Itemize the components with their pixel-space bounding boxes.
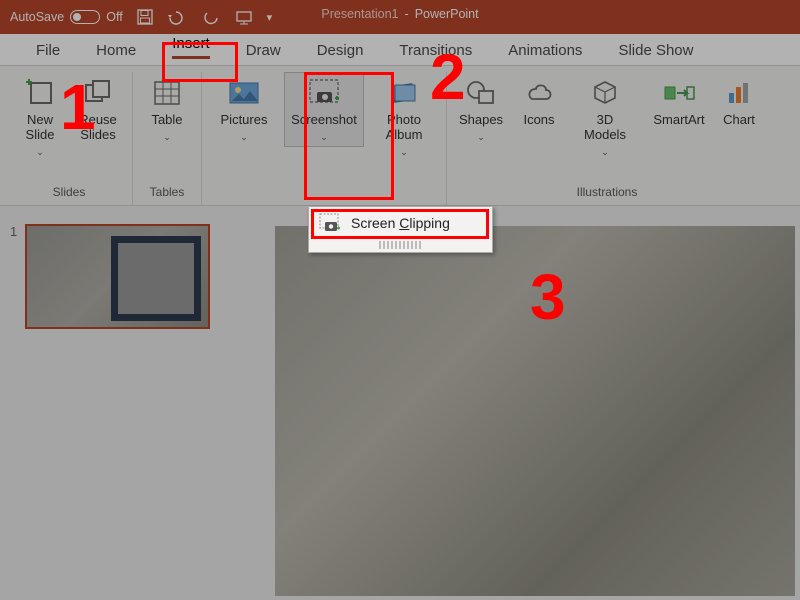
tab-insert[interactable]: Insert	[154, 29, 228, 65]
autosave-toggle[interactable]: AutoSave Off	[10, 10, 123, 24]
autosave-state: Off	[106, 10, 122, 24]
slide-thumbnail-1[interactable]	[25, 224, 210, 329]
screen-clipping-label: Screen Clipping	[351, 215, 450, 231]
chevron-down-icon: ⌄	[36, 147, 44, 157]
screenshot-icon	[305, 77, 343, 109]
present-icon[interactable]	[235, 9, 253, 25]
title-separator: -	[405, 7, 409, 21]
tab-file[interactable]: File	[18, 36, 78, 65]
chevron-down-icon: ⌄	[400, 147, 408, 157]
smartart-label: SmartArt	[653, 113, 704, 128]
photo-album-icon	[385, 77, 423, 109]
group-slides-label: Slides	[53, 181, 86, 205]
photo-album-button[interactable]: Photo Album ⌄	[370, 72, 438, 162]
screenshot-label: Screenshot	[291, 113, 357, 128]
tab-transitions[interactable]: Transitions	[381, 36, 490, 65]
tab-slideshow[interactable]: Slide Show	[600, 36, 711, 65]
reuse-slides-icon	[79, 77, 117, 109]
ribbon-tabs: File Home Insert Draw Design Transitions…	[0, 34, 800, 66]
autosave-pill	[70, 10, 100, 24]
pictures-label: Pictures	[221, 113, 268, 128]
photo-album-label: Photo Album	[386, 113, 423, 143]
chart-icon	[720, 77, 758, 109]
workspace: 1	[0, 206, 800, 600]
group-slides: New Slide ⌄ Reuse Slides Slides	[6, 72, 133, 205]
screen-clipping-item[interactable]: Screen Clipping	[309, 207, 492, 239]
app-name: PowerPoint	[415, 7, 479, 21]
screenshot-button[interactable]: Screenshot ⌄	[284, 72, 364, 147]
chart-label: Chart	[723, 113, 755, 128]
slide-stage	[255, 206, 800, 600]
group-illustrations: Shapes ⌄ Icons 3D Models ⌄ Smar	[446, 72, 767, 205]
smartart-icon	[660, 77, 698, 109]
3d-models-button[interactable]: 3D Models ⌄	[571, 72, 639, 162]
reuse-slides-button[interactable]: Reuse Slides	[72, 72, 124, 148]
shapes-button[interactable]: Shapes ⌄	[455, 72, 507, 147]
document-title: Presentation1 - PowerPoint	[321, 7, 478, 21]
shapes-icon	[462, 77, 500, 109]
chart-button[interactable]: Chart	[719, 72, 759, 133]
icons-icon	[520, 77, 558, 109]
table-button[interactable]: Table ⌄	[141, 72, 193, 147]
chevron-down-icon: ⌄	[163, 132, 171, 142]
tab-draw[interactable]: Draw	[228, 36, 299, 65]
camera-clip-icon	[319, 213, 341, 233]
reuse-slides-label: Reuse Slides	[79, 113, 117, 143]
new-slide-icon	[21, 77, 59, 109]
pictures-icon	[225, 77, 263, 109]
new-slide-label: New Slide	[26, 113, 55, 143]
chevron-down-icon: ⌄	[240, 132, 248, 142]
group-tables-label: Tables	[150, 181, 185, 205]
tab-design[interactable]: Design	[299, 36, 382, 65]
smartart-button[interactable]: SmartArt	[645, 72, 713, 133]
redo-icon[interactable]	[203, 9, 221, 25]
doc-name: Presentation1	[321, 7, 398, 21]
chevron-down-icon: ⌄	[320, 132, 328, 142]
dropdown-grip[interactable]	[379, 241, 422, 249]
screenshot-dropdown: Screen Clipping	[308, 206, 493, 253]
new-slide-button[interactable]: New Slide ⌄	[14, 72, 66, 162]
shapes-label: Shapes	[459, 113, 503, 128]
icons-button[interactable]: Icons	[513, 72, 565, 133]
cube-icon	[586, 77, 624, 109]
save-icon[interactable]	[137, 9, 153, 25]
title-bar: AutoSave Off ▾ Presentation1 - PowerPoin…	[0, 0, 800, 34]
slide-number: 1	[10, 224, 17, 329]
tab-home[interactable]: Home	[78, 36, 154, 65]
3d-models-label: 3D Models	[584, 113, 626, 143]
group-tables: Table ⌄ Tables	[133, 72, 202, 205]
group-images: Pictures ⌄ Screenshot ⌄ Photo Album ⌄ Im…	[202, 72, 446, 205]
pictures-button[interactable]: Pictures ⌄	[210, 72, 278, 147]
icons-label: Icons	[523, 113, 554, 128]
ribbon-insert: New Slide ⌄ Reuse Slides Slides Table ⌄ …	[0, 66, 800, 206]
table-icon	[148, 77, 186, 109]
chevron-down-icon: ⌄	[601, 147, 609, 157]
undo-icon[interactable]	[167, 9, 189, 25]
table-label: Table	[151, 113, 182, 128]
autosave-label: AutoSave	[10, 10, 64, 24]
qat-more-icon[interactable]: ▾	[267, 11, 273, 24]
tab-animations[interactable]: Animations	[490, 36, 600, 65]
slide-canvas[interactable]	[275, 226, 795, 596]
chevron-down-icon: ⌄	[477, 132, 485, 142]
slide-thumbnail-rail: 1	[0, 206, 255, 600]
group-illustrations-label: Illustrations	[577, 181, 638, 205]
